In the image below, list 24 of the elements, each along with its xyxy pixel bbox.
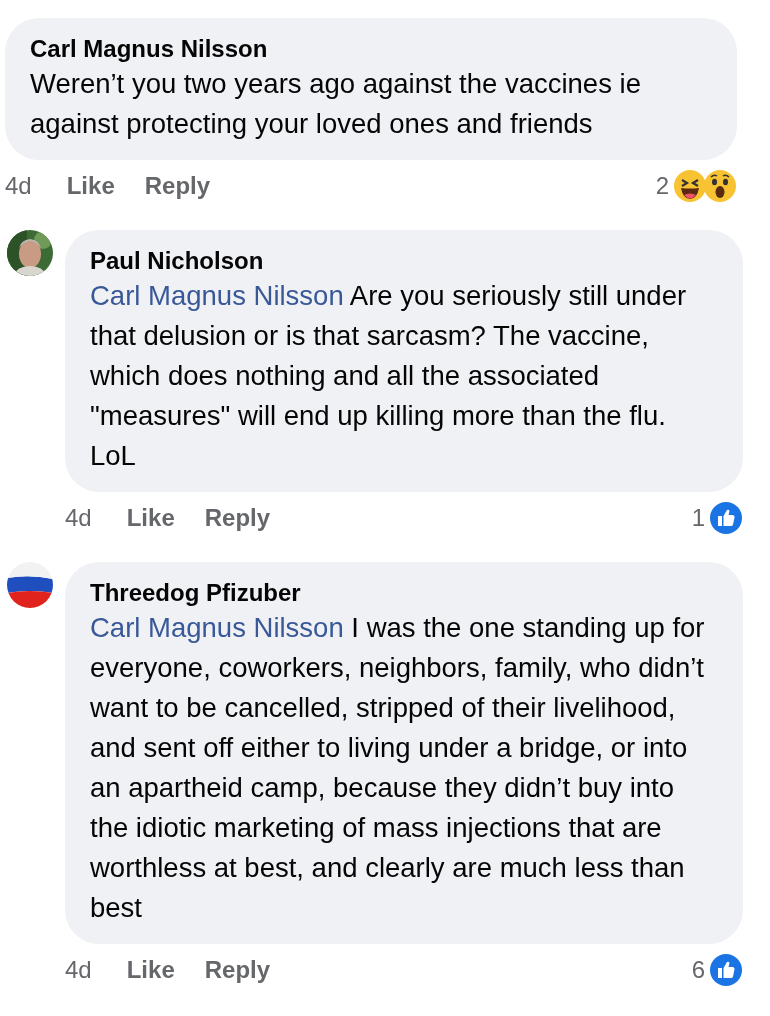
comment-time: 4d xyxy=(65,503,92,533)
like-link[interactable]: Like xyxy=(126,500,175,536)
like-link[interactable]: Like xyxy=(66,168,115,204)
comment-text: Carl Magnus Nilsson Are you seriously still under that delusion or is that sarcasm? The vaccine, which does nothing and all the associated "measures" will end up killing more than the flu. LoL xyxy=(90,279,688,473)
reaction-count: 6 xyxy=(691,955,705,985)
thumbs-up-icon xyxy=(709,501,743,535)
author-name[interactable]: Paul Nicholson xyxy=(90,246,718,276)
author-name[interactable]: Threedog Pfizuber xyxy=(90,578,718,608)
comment-time: 4d xyxy=(5,171,32,201)
reaction-count: 1 xyxy=(691,503,705,533)
reply-link[interactable]: Reply xyxy=(204,952,271,988)
surprised-emoji-icon xyxy=(703,169,737,203)
like-link[interactable]: Like xyxy=(126,952,175,988)
comment-time: 4d xyxy=(65,955,92,985)
author-name[interactable]: Carl Magnus Nilsson xyxy=(30,34,712,64)
reaction-count: 2 xyxy=(655,171,669,201)
reply-link[interactable]: Reply xyxy=(204,500,271,536)
mention-link[interactable]: Carl Magnus Nilsson xyxy=(90,612,344,643)
comment-text: Carl Magnus Nilsson I was the one standing up for everyone, coworkers, neighbors, family, who didn’t want to be cancelled, stripped of their livelihood, and sent off either to living under a bridge, or into an apartheid camp, because they didn’t buy into the idiotic marketing of mass injections that are worthless at best, and clearly are much less than best xyxy=(90,611,706,925)
mention-link[interactable]: Carl Magnus Nilsson xyxy=(90,280,344,311)
reply-link[interactable]: Reply xyxy=(144,168,211,204)
laughing-emoji-icon xyxy=(673,169,707,203)
comment-text: Weren’t you two years ago against the vaccines ie against protecting your loved ones and friends xyxy=(30,67,642,141)
thumbs-up-icon xyxy=(709,953,743,987)
